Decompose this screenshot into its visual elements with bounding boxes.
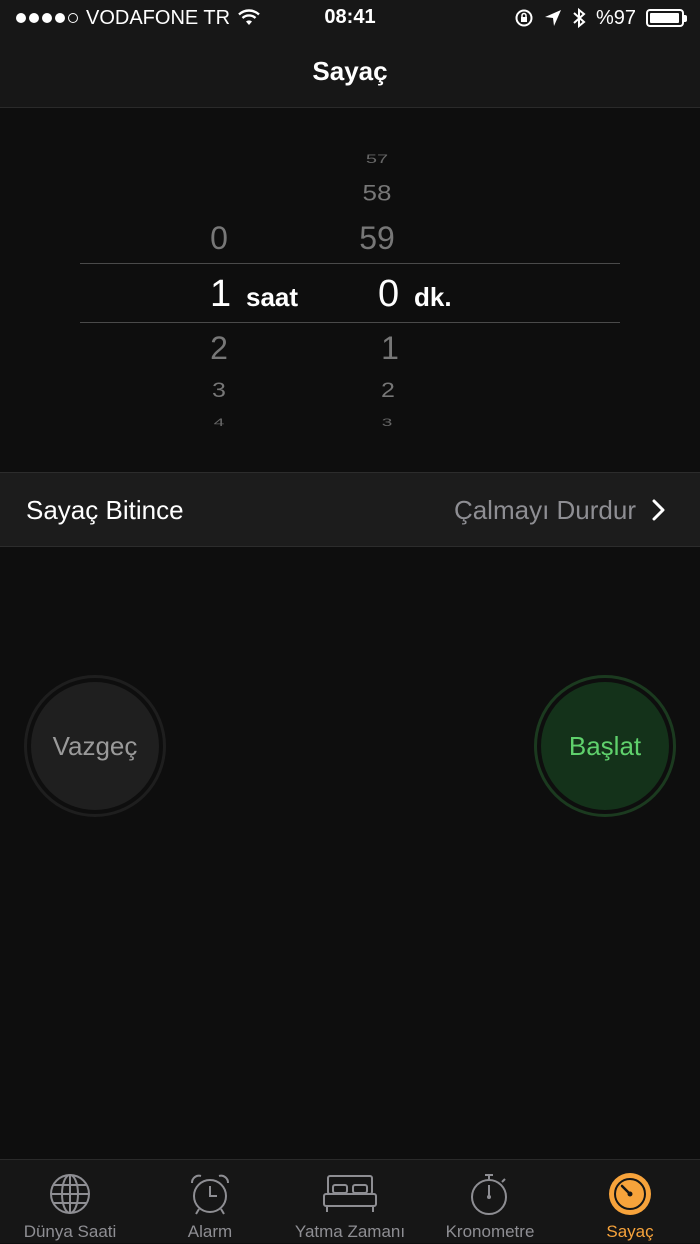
minutes-option[interactable]: 2 xyxy=(361,378,415,403)
when-timer-ends-value: Çalmayı Durdur xyxy=(453,495,636,525)
minutes-selected-value[interactable]: 0 xyxy=(378,273,399,316)
navigation-bar: Sayaç xyxy=(0,36,700,108)
when-timer-ends-row[interactable]: Sayaç Bitince Çalmayı Durdur xyxy=(0,472,700,547)
timer-icon xyxy=(609,1173,651,1215)
tab-label: Sayaç xyxy=(606,1222,654,1241)
tab-stopwatch[interactable]: Kronometre xyxy=(420,1160,560,1244)
tab-label: Alarm xyxy=(187,1222,233,1241)
tab-alarm[interactable]: Alarm xyxy=(140,1160,280,1244)
picker-selection-bottom-line xyxy=(80,322,620,323)
minutes-option[interactable]: 57 xyxy=(350,153,404,167)
tab-world-clock[interactable]: Dünya Saati xyxy=(0,1160,140,1244)
location-icon xyxy=(544,10,561,26)
alarm-clock-icon xyxy=(191,1174,229,1215)
globe-icon xyxy=(50,1174,90,1214)
minutes-option[interactable]: 58 xyxy=(350,180,404,206)
rotation-lock-icon xyxy=(515,9,533,27)
tab-label: Dünya Saati xyxy=(23,1222,117,1241)
cancel-button-label: Vazgeç xyxy=(31,682,159,810)
tab-label: Yatma Zamanı xyxy=(294,1222,406,1241)
start-button-label: Başlat xyxy=(541,682,669,810)
picker-selection-top-line xyxy=(80,263,620,264)
hours-option[interactable]: 2 xyxy=(196,330,242,367)
stopwatch-icon xyxy=(471,1174,507,1215)
bluetooth-icon xyxy=(573,7,586,29)
tab-timer[interactable]: Sayaç xyxy=(560,1160,700,1244)
minutes-option[interactable]: 3 xyxy=(360,416,414,429)
minutes-unit-label: dk. xyxy=(414,282,452,312)
minutes-option[interactable]: 59 xyxy=(350,220,404,257)
cancel-button[interactable]: Vazgeç xyxy=(24,675,166,817)
hours-option[interactable]: 4 xyxy=(196,416,242,429)
battery-percent: %97 xyxy=(595,6,636,29)
hours-option[interactable]: 3 xyxy=(196,378,242,403)
tab-label: Kronometre xyxy=(445,1222,535,1241)
status-bar: VODAFONE TR 08:41 %97 xyxy=(0,0,700,36)
start-button[interactable]: Başlat xyxy=(534,675,676,817)
minutes-option[interactable]: 1 xyxy=(363,330,417,367)
page-title: Sayaç xyxy=(312,56,388,86)
status-right: %97 xyxy=(514,5,687,31)
hours-option[interactable]: 0 xyxy=(196,220,242,257)
tab-bar: Dünya Saati Alarm Yatma Zamanı Kronometr… xyxy=(0,1159,700,1243)
hours-selected-value[interactable]: 1 xyxy=(210,273,231,316)
when-timer-ends-label: Sayaç Bitince xyxy=(26,495,184,525)
hours-unit-label: saat xyxy=(246,282,299,312)
tab-bedtime[interactable]: Yatma Zamanı xyxy=(280,1160,420,1244)
bed-icon xyxy=(323,1175,377,1212)
time-picker[interactable]: 0 1 saat 2 3 4 57 58 59 0 dk. 1 2 3 xyxy=(0,108,700,472)
battery-icon xyxy=(646,9,687,27)
chevron-right-icon xyxy=(652,499,665,521)
